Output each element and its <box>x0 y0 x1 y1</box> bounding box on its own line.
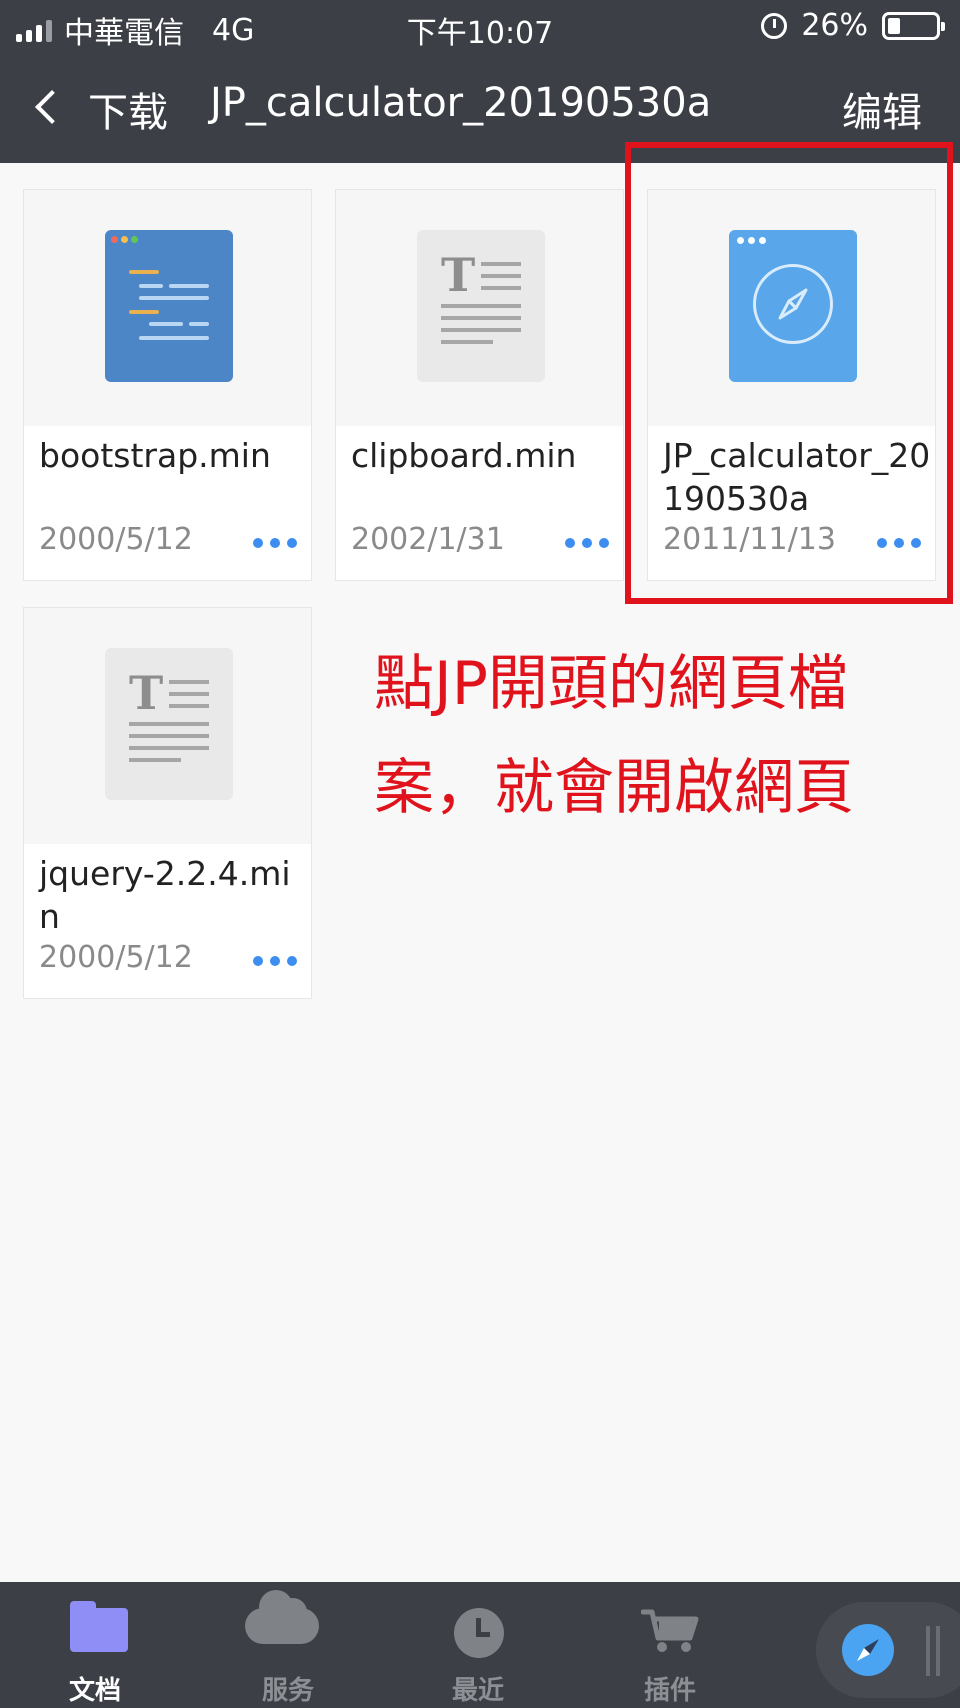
edit-button[interactable]: 编辑 <box>842 80 922 138</box>
file-date: 2002/1/31 <box>351 522 505 557</box>
tab-label: 文档 <box>68 1676 121 1706</box>
file-card-bootstrap[interactable]: bootstrap.min 2000/5/12 <box>23 189 312 581</box>
more-options-icon[interactable] <box>249 948 301 974</box>
tab-label: 最近 <box>451 1676 504 1706</box>
back-button[interactable] <box>30 82 70 132</box>
code-file-icon <box>105 230 233 382</box>
page-title: JP_calculator_20190530a <box>210 80 712 126</box>
file-date: 2000/5/12 <box>39 522 193 557</box>
folder-icon <box>70 1601 128 1652</box>
status-bar: 中華電信 4G 下午10:07 26% <box>0 0 960 54</box>
file-name: bootstrap.min <box>39 436 271 475</box>
file-thumbnail: T <box>24 608 311 844</box>
compass-icon <box>842 1624 894 1676</box>
clock-icon <box>454 1608 504 1658</box>
annotation-text: 點JP開頭的網頁檔 案，就會開啟網頁 <box>374 632 914 840</box>
back-label[interactable]: 下载 <box>88 80 168 138</box>
highlight-box <box>625 142 953 604</box>
more-options-icon[interactable] <box>249 530 301 556</box>
chevron-left-icon <box>35 90 69 124</box>
battery-percent: 26% <box>801 8 868 43</box>
tab-recent[interactable]: 最近 <box>403 1582 553 1708</box>
file-card-jquery[interactable]: T jquery-2.2.4.min 2000/5/12 <box>23 607 312 999</box>
top-bar: 中華電信 4G 下午10:07 26% 下载 JP_calculator_201… <box>0 0 960 163</box>
cart-icon <box>640 1608 699 1654</box>
file-date: 2000/5/12 <box>39 940 193 975</box>
more-options-icon[interactable] <box>561 530 613 556</box>
alarm-icon <box>761 12 788 39</box>
tab-plugins[interactable]: 插件 <box>595 1582 745 1708</box>
tab-label: 服务 <box>261 1676 314 1706</box>
file-name: clipboard.min <box>351 436 577 475</box>
drag-handle-icon[interactable] <box>926 1626 948 1676</box>
text-file-icon: T <box>105 648 233 800</box>
annotation-line-1: 點JP開頭的網頁檔 <box>374 649 848 719</box>
text-file-icon: T <box>417 230 545 382</box>
file-card-clipboard[interactable]: T clipboard.min 2002/1/31 <box>335 189 624 581</box>
tab-documents[interactable]: 文档 <box>20 1582 170 1708</box>
cloud-icon <box>245 1590 319 1644</box>
file-name: jquery-2.2.4.min <box>39 854 291 936</box>
tab-services[interactable]: 服务 <box>213 1582 363 1708</box>
tab-label: 插件 <box>643 1676 696 1706</box>
floating-browser-button[interactable] <box>816 1602 960 1698</box>
file-thumbnail <box>24 190 311 426</box>
file-thumbnail: T <box>336 190 623 426</box>
annotation-line-2: 案，就會開啟網頁 <box>374 753 854 823</box>
battery-icon <box>882 11 945 40</box>
